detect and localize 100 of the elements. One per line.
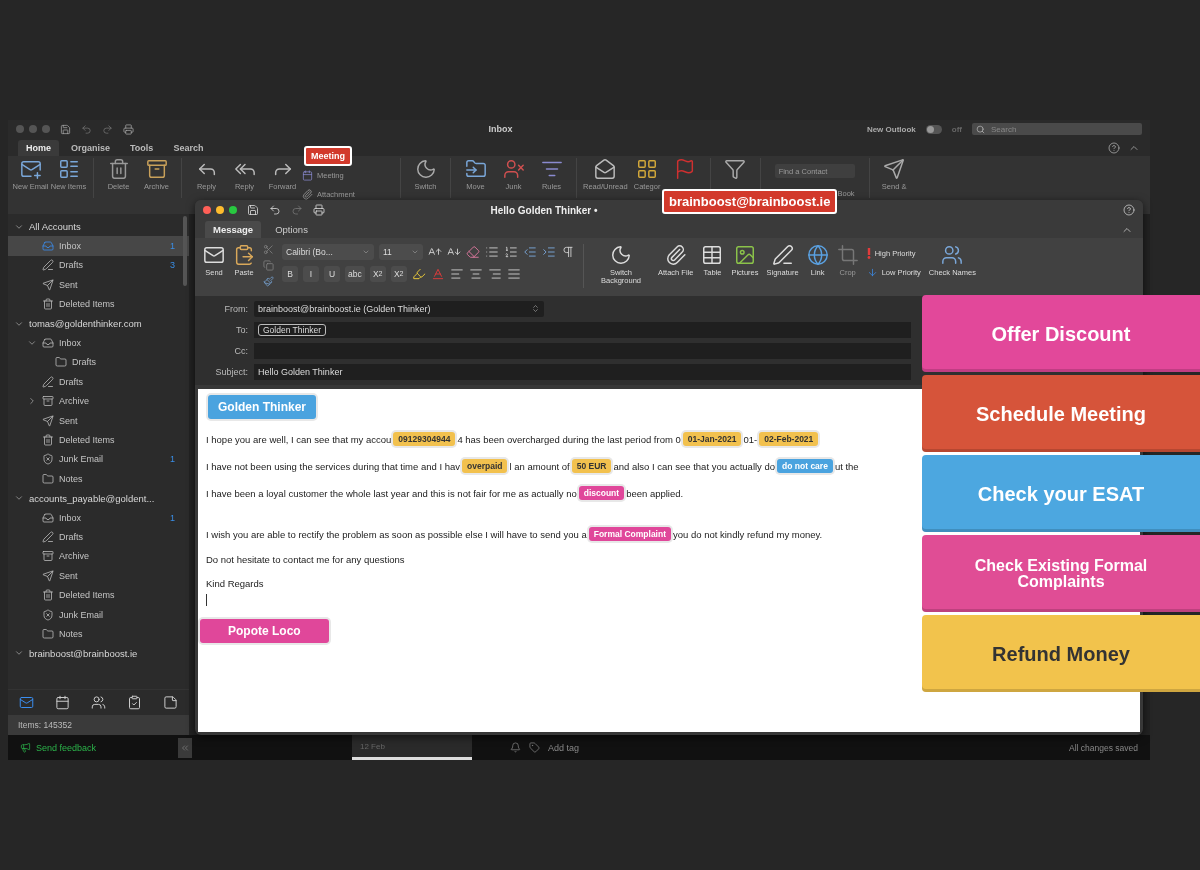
tag-icon[interactable]	[529, 742, 540, 753]
format-button[interactable]: I	[303, 266, 319, 282]
folder-row[interactable]: Notes	[8, 624, 189, 644]
body-text: been applied.	[626, 487, 684, 499]
folder-row[interactable]: Archive	[8, 546, 189, 567]
add-tag-link[interactable]: Add tag	[548, 742, 580, 753]
account-row[interactable]: accounts_payable@goldent...	[8, 488, 189, 508]
nav-button[interactable]	[18, 695, 34, 710]
numbered-list-icon[interactable]	[504, 245, 518, 259]
scrollbar-thumb[interactable]	[183, 216, 187, 286]
folder-row[interactable]: Drafts	[8, 527, 189, 547]
folder-row[interactable]: Drafts	[8, 372, 189, 392]
ribbon-tab[interactable]: Tools	[122, 140, 162, 156]
bullet-list-icon[interactable]	[485, 245, 499, 259]
highlight-tag[interactable]: discount	[578, 486, 625, 500]
folder-row[interactable]: Archive	[8, 391, 189, 411]
body-text: l an amount of	[509, 460, 570, 472]
folder-row[interactable]: Sent	[8, 566, 189, 586]
paintbrush-icon[interactable]	[263, 276, 274, 287]
ribbon-tab[interactable]: Search	[165, 140, 212, 156]
align-left-icon[interactable]	[449, 267, 464, 281]
format-button[interactable]: B	[282, 266, 298, 282]
chevron-right-icon[interactable]	[27, 396, 37, 407]
folder-row[interactable]: Drafts	[8, 352, 189, 373]
font-select[interactable]: Calibri (Bo...	[282, 244, 374, 260]
align-right-icon[interactable]	[487, 267, 502, 281]
help-icon[interactable]	[1123, 204, 1135, 216]
indent-icon[interactable]	[542, 245, 556, 259]
redo-icon[interactable]	[291, 204, 303, 216]
folder-row[interactable]: Inbox	[8, 333, 189, 353]
folder-row[interactable]: Drafts 3	[8, 255, 189, 276]
highlighter-icon[interactable]	[411, 267, 426, 281]
collapse-button[interactable]	[178, 737, 192, 758]
archive-box-icon	[42, 550, 54, 563]
pilcrow-icon[interactable]	[561, 245, 575, 259]
highlight-tag[interactable]: 50 EUR	[571, 459, 612, 473]
nav-button[interactable]	[90, 695, 106, 710]
highlight-tag[interactable]: overpaid	[462, 459, 508, 473]
action-button[interactable]: Refund Money	[922, 615, 1200, 692]
folder-row[interactable]: Notes	[8, 469, 189, 489]
people-icon	[90, 695, 106, 710]
body-text: Kind Regards	[206, 578, 264, 589]
action-button[interactable]: Schedule Meeting	[922, 375, 1200, 452]
account-row[interactable]: brainboost@brainboost.ie	[8, 643, 189, 663]
ribbon-tab[interactable]: Organise	[63, 140, 119, 156]
bell-icon[interactable]	[510, 742, 521, 753]
window-controls-icon[interactable]	[203, 206, 237, 214]
font-color-icon[interactable]	[430, 267, 445, 281]
nav-button[interactable]	[54, 695, 70, 710]
subject-field[interactable]: Hello Golden Thinker	[254, 363, 911, 380]
inbox-icon	[42, 511, 54, 524]
undo-icon[interactable]	[269, 204, 281, 216]
copy-icon[interactable]	[263, 260, 274, 271]
save-icon[interactable]	[60, 123, 71, 135]
field-label: Cc:	[233, 345, 248, 356]
folder-row[interactable]: Junk Email	[8, 604, 189, 625]
clipboard-icon	[233, 244, 255, 266]
toggle-switch[interactable]	[925, 124, 942, 134]
folder-row[interactable]: Sent	[8, 275, 189, 295]
highlight-tag[interactable]: Formal Complaint	[588, 527, 671, 541]
send-feedback-link[interactable]: Send feedback	[8, 742, 178, 753]
signature-tag[interactable]: Popote Loco	[200, 619, 329, 643]
moon-icon	[414, 158, 437, 180]
format-button[interactable]: U	[324, 266, 340, 282]
ribbon-tab[interactable]: Home	[18, 140, 59, 156]
moon-icon	[610, 244, 632, 266]
action-button[interactable]: Offer Discount	[922, 295, 1200, 372]
ribbon-tab[interactable]: Message	[205, 221, 262, 238]
print-icon[interactable]	[123, 123, 134, 135]
folder-row[interactable]: Deleted Items	[8, 585, 189, 605]
folder-row[interactable]: Deleted Items	[8, 294, 189, 314]
highlight-tag[interactable]: 01-Jan-2021	[682, 432, 742, 446]
from-select[interactable]: brainboost@brainboost.ie (Golden Thinker)	[254, 300, 544, 317]
nav-button[interactable]	[163, 695, 179, 710]
note-icon	[163, 695, 179, 710]
folder-row[interactable]: Inbox 1	[8, 236, 189, 256]
folder-row[interactable]: Inbox 1	[8, 507, 189, 528]
account-row[interactable]: All Accounts	[8, 217, 189, 237]
help-icon[interactable]	[1108, 142, 1120, 154]
justify-icon[interactable]	[506, 267, 521, 281]
align-center-icon[interactable]	[468, 267, 483, 281]
highlight-tag[interactable]: 02-Feb-2021	[759, 432, 819, 446]
eraser-icon[interactable]	[466, 245, 480, 259]
folder-row[interactable]: Sent	[8, 410, 189, 431]
to-field[interactable]: Golden Thinker	[254, 321, 911, 338]
font-size-select[interactable]: 11	[379, 244, 423, 260]
mail-plus-icon	[19, 158, 42, 180]
folder-row[interactable]: Deleted Items	[8, 430, 189, 450]
ribbon-tab[interactable]: Options	[267, 221, 316, 238]
recipient-token[interactable]: Golden Thinker	[258, 323, 326, 336]
action-button[interactable]: Check Existing Formal Complaints	[922, 535, 1200, 612]
scissors-icon[interactable]	[263, 244, 274, 255]
folder-row[interactable]: Junk Email 1	[8, 449, 189, 470]
format-button[interactable]: abc	[345, 266, 365, 282]
redo-icon[interactable]	[102, 123, 113, 135]
highlight-tag[interactable]: 09129304944	[393, 432, 456, 446]
nav-button[interactable]	[127, 695, 143, 710]
account-row[interactable]: tomas@goldenthinker.com	[8, 313, 189, 334]
outdent-icon[interactable]	[523, 245, 537, 259]
print-icon[interactable]	[313, 204, 325, 216]
